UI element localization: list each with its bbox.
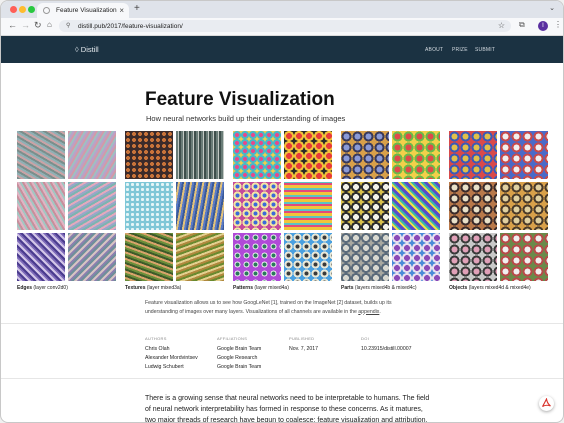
affiliations-heading: AFFILIATIONS bbox=[217, 336, 248, 341]
url-text: distill.pub/2017/feature-visualization/ bbox=[78, 22, 183, 30]
textures-feature-image bbox=[176, 182, 224, 230]
group-label-patterns: Patterns (layer mixed4a) bbox=[233, 285, 289, 291]
group-label-objects: Objects (layers mixed4d & mixed4e) bbox=[449, 285, 531, 291]
appendix-link[interactable]: appendix bbox=[358, 309, 379, 315]
doi-heading: DOI bbox=[361, 336, 370, 341]
objects-feature-image bbox=[449, 182, 497, 230]
close-tab-icon[interactable]: × bbox=[119, 6, 124, 15]
textures-feature-image bbox=[125, 182, 173, 230]
divider bbox=[1, 378, 563, 379]
group-label-edges: Edges (layer conv2d0) bbox=[17, 285, 68, 291]
extensions-icon[interactable]: ⧉ bbox=[519, 20, 525, 30]
affiliation-link[interactable]: Google Research bbox=[217, 355, 257, 361]
nav-prize[interactable]: PRIZE bbox=[452, 47, 468, 53]
edges-feature-image bbox=[68, 182, 116, 230]
objects-feature-image bbox=[500, 131, 548, 179]
page-subtitle: How neural networks build up their under… bbox=[146, 114, 346, 123]
pdf-reader-button[interactable] bbox=[539, 396, 554, 411]
bookmark-star-icon[interactable]: ☆ bbox=[498, 21, 505, 30]
textures-feature-image bbox=[176, 233, 224, 281]
minimize-window-button[interactable] bbox=[19, 6, 26, 13]
published-date: Nov. 7, 2017 bbox=[289, 346, 319, 352]
objects-feature-image bbox=[500, 182, 548, 230]
forward-button[interactable]: → bbox=[21, 20, 30, 30]
textures-feature-image bbox=[125, 131, 173, 179]
textures-feature-image bbox=[176, 131, 224, 179]
zoom-window-button[interactable] bbox=[28, 6, 35, 13]
author-link[interactable]: Chris Olah bbox=[145, 346, 170, 352]
affiliation-link[interactable]: Google Brain Team bbox=[217, 346, 261, 352]
globe-icon bbox=[43, 7, 50, 14]
nav-submit[interactable]: SUBMIT bbox=[475, 47, 495, 53]
tab-title: Feature Visualization bbox=[56, 7, 117, 14]
edges-feature-image bbox=[17, 233, 65, 281]
published-heading: PUBLISHED bbox=[289, 336, 315, 341]
close-window-button[interactable] bbox=[10, 6, 17, 13]
affiliation-link[interactable]: Google Brain Team bbox=[217, 364, 261, 370]
nav-about[interactable]: ABOUT bbox=[425, 47, 443, 53]
page-title: Feature Visualization bbox=[145, 89, 335, 110]
parts-feature-image bbox=[392, 182, 440, 230]
logo-text: Distill bbox=[80, 45, 99, 54]
menu-icon[interactable]: ⋮ bbox=[554, 20, 562, 29]
pdf-icon bbox=[542, 398, 551, 407]
authors-heading: AUTHORS bbox=[145, 336, 167, 341]
group-label-parts: Parts (layers mixed4b & mixed4c) bbox=[341, 285, 417, 291]
patterns-feature-image bbox=[233, 233, 281, 281]
patterns-feature-image bbox=[284, 131, 332, 179]
patterns-feature-image bbox=[284, 182, 332, 230]
browser-toolbar: ← → ↻ ⌂ ⚲ distill.pub/2017/feature-visua… bbox=[1, 18, 563, 36]
edges-feature-image bbox=[17, 182, 65, 230]
doi-value: 10.23915/distill.00007 bbox=[361, 346, 412, 352]
address-bar[interactable]: ⚲ distill.pub/2017/feature-visualization… bbox=[59, 20, 511, 32]
profile-avatar[interactable]: I bbox=[538, 21, 548, 31]
group-label-textures: Textures (layer mixed3a) bbox=[125, 285, 182, 291]
browser-tab[interactable]: Feature Visualization × bbox=[37, 3, 129, 18]
parts-feature-image bbox=[341, 182, 389, 230]
author-link[interactable]: Alexander Mordvintsev bbox=[145, 355, 198, 361]
edges-feature-image bbox=[68, 233, 116, 281]
distill-logo[interactable]: ◊ Distill bbox=[75, 45, 99, 54]
edges-feature-image bbox=[68, 131, 116, 179]
objects-feature-image bbox=[449, 131, 497, 179]
chevron-down-icon[interactable]: ⌄ bbox=[549, 4, 555, 12]
objects-feature-image bbox=[449, 233, 497, 281]
home-icon[interactable]: ⌂ bbox=[47, 20, 52, 29]
reload-button[interactable]: ↻ bbox=[34, 20, 42, 31]
parts-feature-image bbox=[341, 131, 389, 179]
figure-caption: Feature visualization allows us to see h… bbox=[145, 300, 392, 315]
parts-feature-image bbox=[392, 131, 440, 179]
author-link[interactable]: Ludwig Schubert bbox=[145, 364, 184, 370]
back-button[interactable]: ← bbox=[8, 20, 17, 30]
tab-strip: Feature Visualization × + ⌄ bbox=[1, 1, 563, 18]
new-tab-button[interactable]: + bbox=[134, 3, 140, 14]
parts-feature-image bbox=[392, 233, 440, 281]
site-header: ◊ Distill ABOUT PRIZE SUBMIT bbox=[1, 36, 563, 63]
site-info-icon[interactable]: ⚲ bbox=[66, 22, 70, 29]
intro-paragraph: There is a growing sense that neural net… bbox=[145, 395, 430, 423]
objects-feature-image bbox=[500, 233, 548, 281]
edges-feature-image bbox=[17, 131, 65, 179]
patterns-feature-image bbox=[233, 182, 281, 230]
divider bbox=[1, 323, 563, 324]
patterns-feature-image bbox=[233, 131, 281, 179]
textures-feature-image bbox=[125, 233, 173, 281]
parts-feature-image bbox=[341, 233, 389, 281]
browser-window: Feature Visualization × + ⌄ ← → ↻ ⌂ ⚲ di… bbox=[0, 0, 564, 423]
patterns-feature-image bbox=[284, 233, 332, 281]
